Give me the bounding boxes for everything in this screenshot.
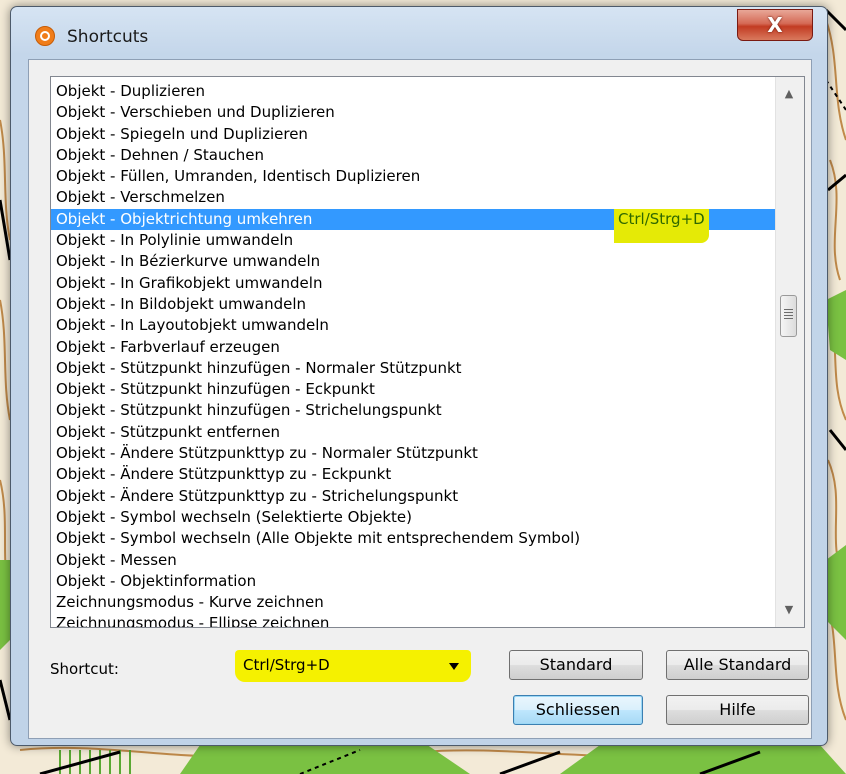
hilfe-button[interactable]: Hilfe [666,695,809,725]
list-item[interactable]: Zeichnungsmodus - Kurve zeichnen [51,592,776,613]
list-item-label: Objekt - In Layoutobjekt umwandeln [56,316,329,335]
list-item-label: Objekt - Stützpunkt hinzufügen - Striche… [56,401,442,420]
list-item[interactable]: Objekt - In Layoutobjekt umwandeln [51,315,776,336]
list-item-label: Objekt - Farbverlauf erzeugen [56,337,280,356]
list-item-label: Objekt - Objektrichtung umkehren [56,209,313,228]
list-item-label: Objekt - Messen [56,550,177,569]
list-item-label: Objekt - Ändere Stützpunkttyp zu - Stric… [56,486,459,505]
shortcut-label: Shortcut: [50,660,119,678]
scroll-thumb[interactable] [780,295,797,338]
list-item-label: Objekt - Stützpunkt entfernen [56,422,281,441]
list-item-label: Objekt - Spiegeln und Duplizieren [56,124,308,143]
list-item-selected[interactable]: Objekt - Objektrichtung umkehren Ctrl/Str… [51,208,776,243]
list-item[interactable]: Objekt - Stützpunkt hinzufügen - Eckpunk… [51,379,776,400]
window-title: Shortcuts [67,27,149,47]
grip-icon [784,309,793,320]
list-item[interactable]: Objekt - Dehnen / Stauchen [51,145,776,166]
list-item-label: Objekt - Verschmelzen [56,188,225,207]
list-item[interactable]: Objekt - Objektinformation [51,571,776,592]
list-item-label: Objekt - Stützpunkt hinzufügen - Normale… [56,358,462,377]
list-item[interactable]: Objekt - In Bézierkurve umwandeln [51,251,776,272]
list-item-label: Objekt - In Grafikobjekt umwandeln [56,273,323,292]
list-item-label: Objekt - Symbol wechseln (Alle Objekte m… [56,529,581,548]
standard-button[interactable]: Standard [509,650,643,680]
title-bar[interactable]: Shortcuts X [11,7,827,57]
list-item-label: Objekt - Dehnen / Stauchen [56,145,264,164]
list-item[interactable]: Objekt - Ändere Stützpunkttyp zu - Eckpu… [51,464,776,485]
scroll-up-icon[interactable]: ▲ [782,87,796,101]
list-item-label: Objekt - Objektinformation [56,571,257,590]
list-item-label: Objekt - Stützpunkt hinzufügen - Eckpunk… [56,380,375,399]
close-button[interactable]: X [737,9,813,41]
list-item[interactable]: Objekt - In Polylinie umwandeln [51,230,776,251]
shortcuts-dialog: Shortcuts X Objekt - Duplizieren Objekt -… [10,6,828,746]
chevron-down-icon [449,663,459,670]
list-item-label: Objekt - In Bildobjekt umwandeln [56,294,307,313]
list-item[interactable]: Objekt - In Bildobjekt umwandeln [51,294,776,315]
scroll-down-icon[interactable]: ▼ [782,603,796,617]
shortcut-list-rows: Objekt - Duplizieren Objekt - Verschieben… [51,81,776,628]
list-item[interactable]: Zeichnungsmodus - Ellipse zeichnen [51,613,776,628]
list-item[interactable]: Objekt - Stützpunkt hinzufügen - Striche… [51,400,776,421]
alle-standard-button[interactable]: Alle Standard [666,650,809,680]
shortcut-combo-value: Ctrl/Strg+D [243,656,330,674]
list-item[interactable]: Objekt - In Grafikobjekt umwandeln [51,273,776,294]
list-item[interactable]: Objekt - Spiegeln und Duplizieren [51,124,776,145]
list-item[interactable]: Objekt - Ändere Stützpunkttyp zu - Stric… [51,486,776,507]
list-item[interactable]: Objekt - Farbverlauf erzeugen [51,337,776,358]
list-item-label: Zeichnungsmodus - Kurve zeichnen [56,593,324,612]
shortcut-list[interactable]: Objekt - Duplizieren Objekt - Verschieben… [50,76,805,628]
list-item-label: Zeichnungsmodus - Ellipse zeichnen [56,614,330,628]
list-item-label: Objekt - Füllen, Umranden, Identisch Dup… [56,167,421,186]
list-item-label: Objekt - Duplizieren [56,82,205,100]
list-item[interactable]: Objekt - Stützpunkt entfernen [51,422,776,443]
vertical-scrollbar[interactable]: ▲ ▼ [775,77,804,627]
list-item-label: Objekt - Symbol wechseln (Selektierte Ob… [56,507,413,526]
list-item-label: Objekt - Ändere Stützpunkttyp zu - Eckpu… [56,465,392,484]
list-item-label: Objekt - Ändere Stützpunkttyp zu - Norma… [56,444,478,463]
schliessen-button[interactable]: Schliessen [513,695,643,725]
list-item[interactable]: Objekt - Verschmelzen [51,187,776,208]
shortcut-combo[interactable]: Ctrl/Strg+D [235,650,471,682]
list-item[interactable]: Objekt - Ändere Stützpunkttyp zu - Norma… [51,443,776,464]
list-item-label: Objekt - Verschieben und Duplizieren [56,103,335,122]
app-o-icon [35,26,55,46]
list-item[interactable]: Objekt - Symbol wechseln (Alle Objekte m… [51,528,776,549]
list-item[interactable]: Objekt - Stützpunkt hinzufügen - Normale… [51,358,776,379]
dialog-client: Objekt - Duplizieren Objekt - Verschieben… [28,59,812,739]
list-item[interactable]: Objekt - Messen [51,550,776,571]
list-item[interactable]: Objekt - Verschieben und Duplizieren [51,102,776,123]
list-item[interactable]: Objekt - Füllen, Umranden, Identisch Dup… [51,166,776,187]
list-item-label: Objekt - In Bézierkurve umwandeln [56,252,321,271]
list-item-label: Objekt - In Polylinie umwandeln [56,231,294,250]
list-item[interactable]: Objekt - Duplizieren [51,81,776,102]
list-item[interactable]: Objekt - Symbol wechseln (Selektierte Ob… [51,507,776,528]
